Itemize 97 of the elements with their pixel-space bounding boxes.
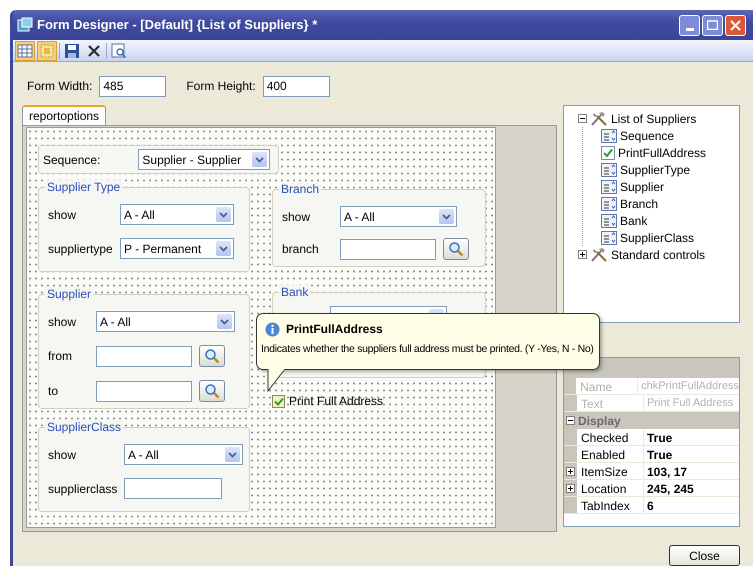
property-name: ItemSize: [577, 463, 644, 479]
dropdown[interactable]: A - All: [340, 206, 457, 227]
tree-item[interactable]: Sequence: [620, 126, 674, 144]
maximize-icon: [707, 20, 718, 30]
delete-icon: [87, 44, 101, 58]
save-icon: [64, 42, 80, 58]
snap-grid-icon: [39, 42, 55, 58]
property-name: TabIndex: [577, 497, 644, 513]
field-label: show: [48, 314, 78, 330]
input-field[interactable]: 400: [262, 76, 330, 96]
search-button[interactable]: [199, 345, 225, 367]
dropdown-value: A - All: [344, 208, 375, 226]
checkbox-icon: [601, 146, 615, 160]
collapse-icon[interactable]: [578, 114, 587, 123]
maximize-button[interactable]: [702, 14, 723, 36]
field-label: show: [48, 446, 78, 464]
close-button[interactable]: [725, 14, 746, 36]
group-title: Supplier Type: [45, 180, 122, 194]
field-label: supplierclass: [48, 480, 118, 498]
field-label: show: [48, 206, 78, 224]
property-name: Checked: [577, 429, 644, 445]
dropdown-value: P - Permanent: [124, 240, 202, 258]
search-icon: [448, 241, 464, 257]
property-name: Name: [576, 378, 638, 394]
dropdown[interactable]: A - All: [124, 444, 243, 465]
dropdown-value: A - All: [128, 446, 159, 464]
tree-item[interactable]: Branch: [620, 194, 658, 212]
combo-box-icon: [601, 230, 617, 244]
dropdown-value: A - All: [124, 206, 155, 224]
tooltip-text: Indicates whether the suppliers full address must be printed. (Y -Yes, N - No): [261, 342, 594, 356]
category-label: Display: [578, 412, 621, 430]
input-field[interactable]: [124, 478, 222, 499]
field-label: Form Width:: [27, 78, 92, 95]
field-label: Sequence:: [43, 152, 100, 168]
dropdown[interactable]: Supplier - Supplier: [138, 149, 270, 170]
tree-item[interactable]: List of Suppliers: [611, 110, 696, 128]
preview-icon: [111, 42, 127, 58]
input-field[interactable]: [96, 380, 192, 402]
search-button[interactable]: [199, 380, 225, 402]
dropdown[interactable]: A - All: [96, 311, 235, 332]
dropdown[interactable]: P - Permanent: [120, 238, 234, 259]
group-title: SupplierClass: [45, 420, 124, 434]
search-button[interactable]: [443, 238, 469, 260]
property-value[interactable]: 6: [644, 497, 654, 513]
search-icon: [204, 383, 220, 399]
property-value[interactable]: True: [644, 446, 672, 462]
search-icon: [204, 348, 220, 364]
minimize-button[interactable]: [679, 14, 700, 36]
tree-item[interactable]: Standard controls: [611, 246, 706, 264]
tab[interactable]: reportoptions: [22, 105, 106, 125]
combo-box-icon: [601, 128, 617, 142]
dropdown-value: A - All: [100, 314, 131, 330]
minimize-icon: [686, 28, 694, 30]
field-label: branch: [282, 241, 320, 258]
combo-box-icon: [601, 214, 617, 228]
grid-icon: [17, 42, 33, 58]
property-name: Text: [577, 395, 644, 411]
dropdown[interactable]: A - All: [120, 204, 234, 225]
expand-icon[interactable]: [566, 484, 575, 492]
combo-box-icon: [601, 180, 617, 194]
tree-item[interactable]: SupplierType: [620, 160, 690, 178]
combo-box-icon: [601, 162, 617, 176]
tree-item[interactable]: PrintFullAddress: [618, 144, 706, 162]
property-value[interactable]: 103, 17: [644, 463, 688, 479]
group-title: Supplier: [45, 287, 94, 301]
combo-box-icon: [601, 196, 617, 210]
app-icon: [17, 17, 33, 33]
tools-icon: [590, 110, 608, 126]
tooltip-title: PrintFullAddress: [286, 321, 383, 338]
tree-item[interactable]: Supplier: [620, 178, 664, 196]
checkbox-label: Print Full Address: [289, 393, 384, 410]
info-icon: [265, 322, 280, 336]
field-label: to: [48, 383, 60, 400]
checkbox[interactable]: [272, 394, 285, 408]
collapse-icon[interactable]: [566, 416, 575, 425]
expand-icon[interactable]: [566, 466, 575, 476]
field-label: from: [48, 348, 73, 365]
input-field[interactable]: [340, 238, 436, 260]
group-title: Branch: [279, 182, 322, 196]
close-icon: [730, 20, 741, 30]
tree-item[interactable]: SupplierClass: [620, 228, 694, 246]
tools-icon: [590, 246, 608, 262]
property-name: Location: [577, 480, 644, 496]
property-value[interactable]: True: [644, 429, 672, 445]
group-title: Bank: [279, 285, 310, 299]
close-button[interactable]: Close: [669, 545, 740, 566]
input-field[interactable]: [96, 346, 192, 366]
field-label: Form Height:: [186, 78, 256, 95]
expand-icon[interactable]: [578, 250, 587, 259]
input-field[interactable]: 485: [99, 76, 166, 96]
property-name: Enabled: [577, 446, 644, 462]
field-label: show: [282, 208, 312, 226]
property-value[interactable]: 245, 245: [644, 480, 694, 496]
window-title: Form Designer - [Default] {List of Suppliers} *: [37, 16, 318, 34]
tree-item[interactable]: Bank: [620, 212, 648, 230]
dropdown-value: Supplier - Supplier: [142, 152, 242, 168]
field-label: suppliertype: [48, 240, 114, 258]
